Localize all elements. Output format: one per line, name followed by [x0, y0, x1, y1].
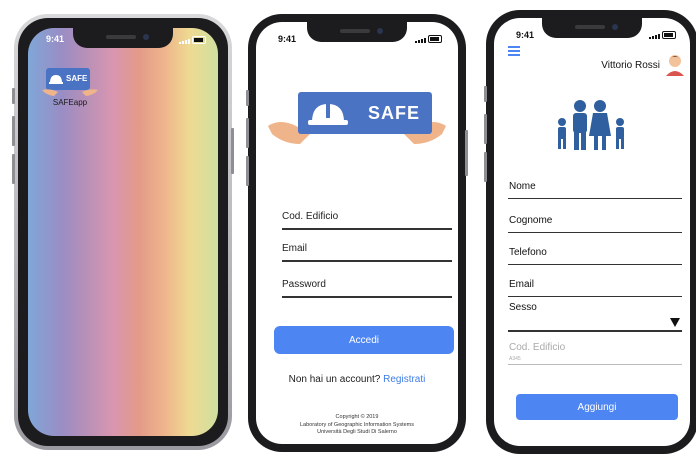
gender-select[interactable]: Sesso	[508, 296, 682, 332]
safe-logo: SAFE	[266, 84, 448, 152]
add-member-screen: 9:41 Vittorio Rossi Nome Cognome Telefon…	[494, 18, 690, 446]
notch	[73, 28, 173, 48]
login-screen: 9:41 SAFE Cod. Edificio Email Password A…	[256, 22, 458, 444]
phone-label: Telefono	[509, 247, 547, 258]
mute-switch	[484, 86, 487, 102]
building-code-field-disabled: Cod. Edificio A345	[508, 336, 682, 365]
hamburger-icon[interactable]	[508, 46, 520, 56]
status-time: 9:41	[516, 30, 535, 40]
register-link[interactable]: Registrati	[383, 374, 425, 385]
last-name-label: Cognome	[509, 215, 553, 226]
notch	[542, 18, 642, 38]
helmet-icon	[49, 75, 63, 84]
logo-banner: SAFE	[298, 92, 432, 134]
register-row: Non hai un account? Registrati	[256, 374, 458, 385]
notch	[307, 22, 407, 42]
family-icon	[558, 100, 624, 150]
power-button	[465, 130, 468, 176]
volume-down-button	[484, 152, 487, 182]
copyright-footer: Copyright © 2019 Laboratory of Geographi…	[256, 414, 458, 437]
status-time: 9:41	[46, 34, 65, 44]
mute-switch	[12, 88, 15, 104]
gender-label: Sesso	[509, 302, 537, 313]
battery-icon	[662, 31, 676, 39]
status-time: 9:41	[278, 34, 297, 44]
phone-field[interactable]: Telefono	[508, 236, 682, 265]
avatar[interactable]	[662, 50, 688, 76]
app-icon-text: SAFE	[66, 74, 88, 83]
footer-line-1: Copyright © 2019	[335, 414, 379, 420]
login-button[interactable]: Accedi	[274, 326, 454, 354]
safe-app-icon[interactable]: SAFE SAFEapp	[40, 68, 100, 112]
signal-icon	[649, 34, 660, 39]
building-code-label: Cod. Edificio	[282, 211, 339, 222]
add-button[interactable]: Aggiungi	[516, 394, 678, 420]
password-label: Password	[282, 279, 326, 290]
volume-up-button	[12, 116, 15, 146]
footer-line-3: Università Degli Studi Di Salerno	[317, 429, 397, 435]
battery-icon	[428, 35, 442, 43]
logo-text: SAFE	[368, 103, 421, 123]
first-name-label: Nome	[509, 181, 536, 192]
battery-icon	[192, 36, 206, 44]
email-field[interactable]: Email	[282, 228, 452, 262]
hands-icon	[42, 89, 98, 96]
last-name-field[interactable]: Cognome	[508, 204, 682, 233]
signal-icon	[179, 39, 190, 44]
building-code-field[interactable]: Cod. Edificio	[282, 190, 452, 230]
signal-icon	[415, 38, 426, 43]
app-label: SAFEapp	[52, 98, 88, 107]
helmet-icon	[308, 104, 348, 125]
phone-login: 9:41 SAFE Cod. Edificio Email Password A…	[246, 14, 468, 452]
phone-add-member: 9:41 Vittorio Rossi Nome Cognome Telefon…	[484, 10, 696, 454]
volume-up-button	[246, 118, 249, 148]
register-prompt: Non hai un account?	[288, 374, 381, 385]
dropdown-arrow-icon[interactable]	[670, 318, 680, 327]
volume-up-button	[484, 114, 487, 144]
volume-down-button	[246, 156, 249, 186]
email-field[interactable]: Email	[508, 270, 682, 297]
status-icons	[649, 31, 676, 39]
password-field[interactable]: Password	[282, 260, 452, 298]
building-code-value: A345	[509, 356, 521, 362]
mute-switch	[246, 90, 249, 106]
home-screen: 9:41 SAFE SAFEapp	[28, 28, 218, 436]
volume-down-button	[12, 154, 15, 184]
building-code-label: Cod. Edificio	[509, 342, 566, 353]
email-label: Email	[509, 279, 535, 290]
email-label: Email	[282, 243, 308, 254]
footer-line-2: Laboratory of Geographic Information Sys…	[299, 421, 415, 428]
status-icons	[415, 35, 442, 43]
status-icons	[179, 36, 206, 44]
phone-home-screen: 9:41 SAFE SAFEapp	[12, 14, 234, 450]
first-name-field[interactable]: Nome	[508, 168, 682, 199]
power-button	[231, 128, 234, 174]
user-name: Vittorio Rossi	[601, 60, 660, 71]
